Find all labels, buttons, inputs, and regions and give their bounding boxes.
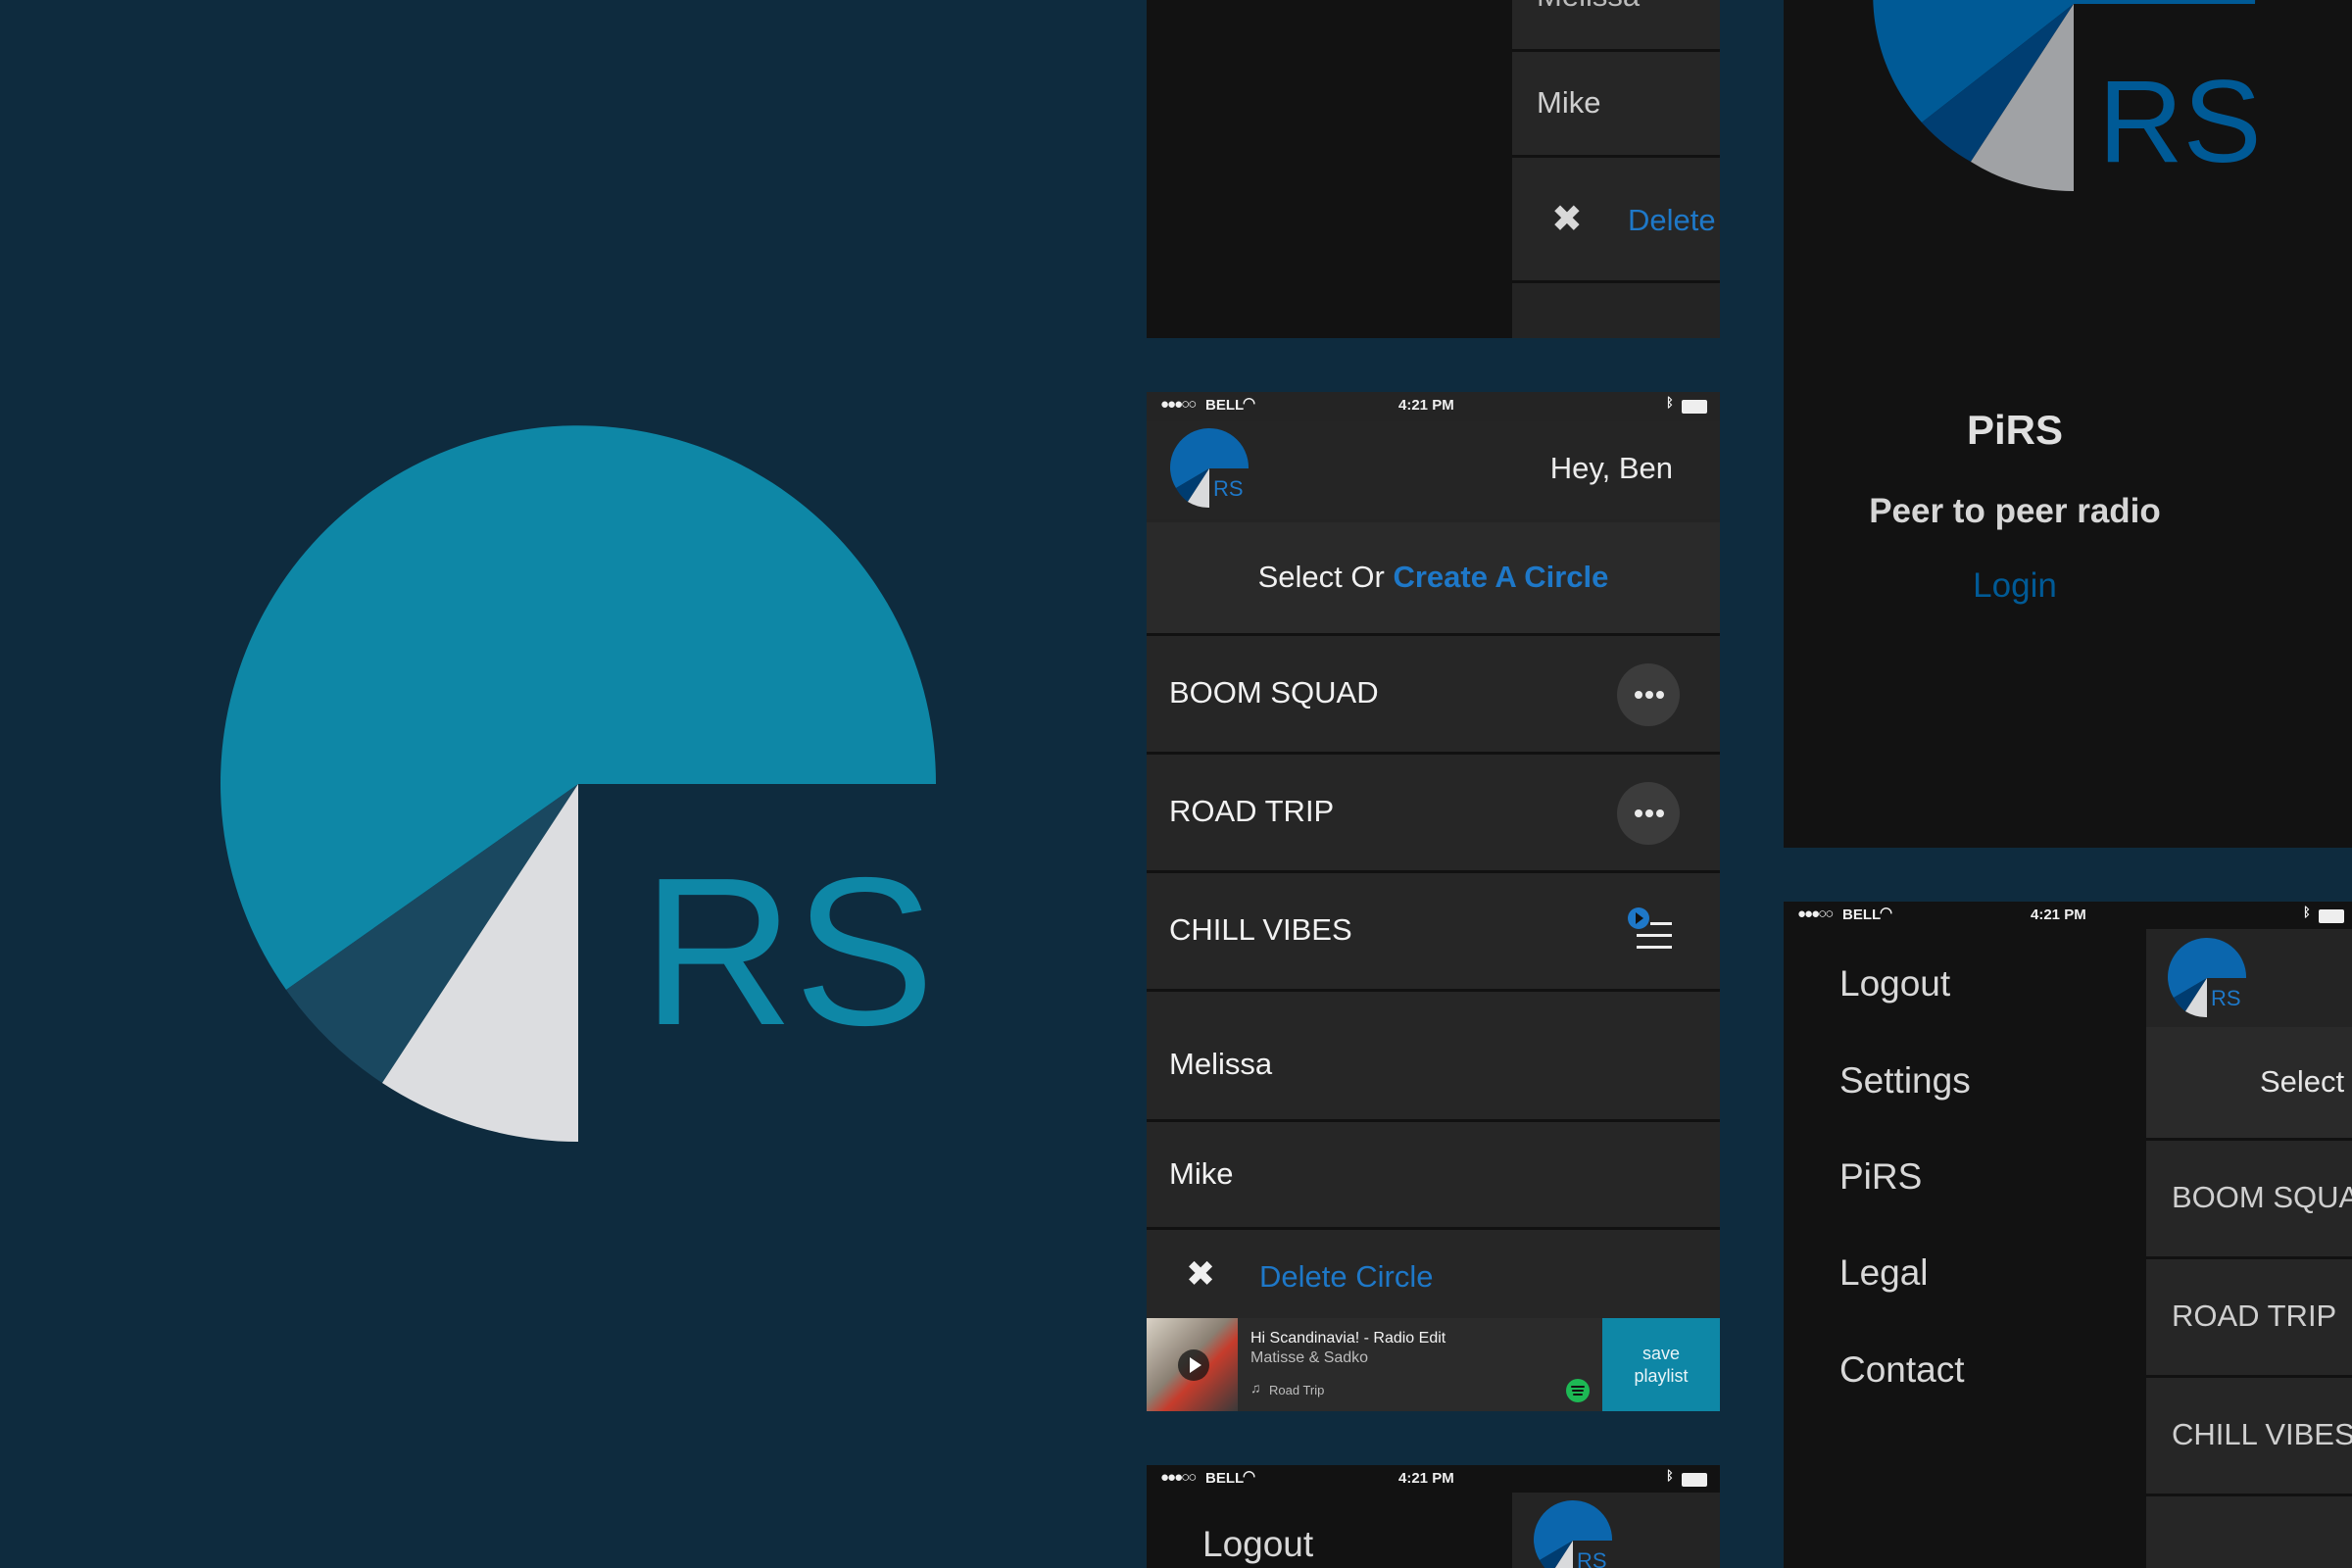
clock: 4:21 PM bbox=[1398, 397, 1454, 414]
menu-item-logout[interactable]: Logout bbox=[1202, 1524, 1313, 1565]
delete-label[interactable]: Delete bbox=[1628, 203, 1716, 238]
svg-text:RS: RS bbox=[2211, 986, 2241, 1010]
album-art bbox=[1147, 1318, 1238, 1411]
circle-name: ROAD TRIP bbox=[1169, 794, 1335, 828]
circle-name: ROAD TRIP bbox=[2172, 1298, 2337, 1333]
close-icon[interactable]: ✖ bbox=[1551, 197, 1583, 241]
wifi-icon: ◠ bbox=[1243, 395, 1256, 412]
carrier: BELL bbox=[1842, 906, 1882, 923]
peek-circle-row: CHILL VIBES bbox=[2146, 1378, 2352, 1496]
menu-item-pirs[interactable]: PiRS bbox=[1839, 1156, 1922, 1198]
carrier: BELL bbox=[1205, 1470, 1245, 1487]
peek-select-bar: Select bbox=[2146, 1027, 2352, 1141]
logo-letters: RS bbox=[642, 833, 935, 1069]
signal-icon: ●●●○○ bbox=[1797, 906, 1834, 922]
circle-name: CHILL VIBES bbox=[1169, 912, 1352, 947]
app-logo[interactable]: RS bbox=[1168, 427, 1250, 510]
bluetooth-icon: ᛒ bbox=[2303, 905, 2311, 919]
app-name: PiRS bbox=[1966, 407, 2064, 453]
peek-circle-row: BOOM SQUAD bbox=[2146, 1141, 2352, 1259]
wifi-icon: ◠ bbox=[1243, 1468, 1256, 1485]
circle-name: BOOM SQUAD bbox=[2172, 1180, 2352, 1214]
side-menu-screen: ●●●○○ BELL ◠ 4:21 PM ᛒ Logout Settings P… bbox=[1784, 902, 2352, 1568]
track-title: Hi Scandinavia! - Radio Edit bbox=[1250, 1330, 1446, 1347]
play-icon[interactable] bbox=[1178, 1349, 1209, 1381]
peek-main-screen[interactable]: RS Select BOOM SQUAD ROAD TRIP CHILL VIB… bbox=[2146, 929, 2352, 1568]
circle-row-chill-vibes[interactable]: CHILL VIBES bbox=[1147, 873, 1720, 992]
wifi-icon: ◠ bbox=[1880, 905, 1893, 921]
big-logo: RS bbox=[220, 425, 937, 1142]
member-melissa-partial: Melissa bbox=[1537, 0, 1640, 14]
select-text: Select Or bbox=[1257, 560, 1385, 594]
create-circle-link[interactable]: Create A Circle bbox=[1393, 560, 1608, 594]
member-name: Mike bbox=[1537, 85, 1601, 120]
greeting: Hey, Ben bbox=[1549, 451, 1673, 485]
menu-item-logout[interactable]: Logout bbox=[1839, 963, 1950, 1004]
svg-text:RS: RS bbox=[2098, 56, 2262, 187]
menu-item-legal[interactable]: Legal bbox=[1839, 1252, 1929, 1294]
member-row-mike[interactable]: Mike bbox=[1512, 52, 1720, 158]
circle-row-road-trip[interactable]: ROAD TRIP bbox=[1147, 755, 1720, 873]
menu-item-settings[interactable]: Settings bbox=[1839, 1060, 1971, 1102]
more-options-button[interactable] bbox=[1617, 663, 1680, 726]
track-artist: Matisse & Sadko bbox=[1250, 1349, 1369, 1366]
svg-text:RS: RS bbox=[1213, 476, 1244, 501]
delete-row[interactable]: ✖ Delete bbox=[1512, 158, 1720, 283]
bluetooth-icon: ᛒ bbox=[1666, 395, 1674, 410]
battery-icon bbox=[1682, 400, 1707, 414]
circle-name: CHILL VIBES bbox=[2172, 1417, 2352, 1451]
clock: 4:21 PM bbox=[1398, 1470, 1454, 1487]
header: RS Hey, Ben bbox=[1147, 421, 1720, 519]
select-text: Select bbox=[2260, 1064, 2345, 1099]
status-bar: ●●●○○ BELL ◠ 4:21 PM ᛒ bbox=[1147, 392, 1720, 419]
top-fragment-panel: Melissa Mike ✖ Delete bbox=[1147, 0, 1720, 338]
circle-name: BOOM SQUAD bbox=[1169, 675, 1379, 710]
peek-member-row bbox=[2146, 1496, 2352, 1568]
main-screen: ●●●○○ BELL ◠ 4:21 PM ᛒ RS Hey, Ben Selec… bbox=[1147, 392, 1720, 1411]
tagline: Peer to peer radio bbox=[1869, 492, 2161, 530]
app-logo: RS bbox=[1534, 1499, 1613, 1568]
carrier: BELL bbox=[1205, 397, 1245, 414]
close-icon[interactable]: ✖ bbox=[1186, 1253, 1215, 1295]
playlist-name: Road Trip bbox=[1269, 1383, 1325, 1397]
app-logo: RS bbox=[2168, 937, 2247, 1018]
member-row[interactable]: Mike bbox=[1147, 1122, 1720, 1230]
status-bar: ●●●○○ BELL ◠ 4:21 PM ᛒ bbox=[1784, 902, 2352, 929]
bottom-fragment-panel: ●●●○○ BELL ◠ 4:21 PM ᛒ Logout RS bbox=[1147, 1465, 1720, 1568]
clock: 4:21 PM bbox=[2031, 906, 2086, 923]
now-playing-list-icon[interactable] bbox=[1627, 905, 1678, 956]
battery-icon bbox=[1682, 1473, 1707, 1487]
peek-header: RS bbox=[1512, 1493, 1720, 1568]
member-row[interactable]: Melissa bbox=[1147, 992, 1720, 1122]
status-bar: ●●●○○ BELL ◠ 4:21 PM ᛒ bbox=[1147, 1465, 1720, 1493]
save-playlist-button[interactable]: save playlist bbox=[1602, 1318, 1720, 1411]
member-name: Melissa bbox=[1169, 1047, 1273, 1081]
signal-icon: ●●●○○ bbox=[1160, 396, 1197, 413]
login-link[interactable]: Login bbox=[1784, 566, 2246, 606]
peek-list: Melissa Mike ✖ Delete bbox=[1512, 0, 1720, 338]
circle-row-boom-squad[interactable]: BOOM SQUAD bbox=[1147, 636, 1720, 755]
delete-circle-label[interactable]: Delete Circle bbox=[1259, 1259, 1433, 1295]
login-screen: RS PiRS Peer to peer radio Login bbox=[1784, 0, 2352, 848]
bluetooth-icon: ᛒ bbox=[1666, 1468, 1674, 1483]
now-playing-bar[interactable]: Hi Scandinavia! - Radio Edit Matisse & S… bbox=[1147, 1318, 1720, 1411]
select-bar: Select Or Create A Circle bbox=[1147, 522, 1720, 636]
spotify-icon bbox=[1566, 1379, 1590, 1402]
delete-circle-row[interactable]: ✖ Delete Circle bbox=[1147, 1230, 1720, 1318]
svg-text:RS: RS bbox=[1577, 1548, 1607, 1568]
peek-circle-row: ROAD TRIP bbox=[2146, 1259, 2352, 1378]
battery-icon bbox=[2319, 909, 2344, 923]
signal-icon: ●●●○○ bbox=[1160, 1469, 1197, 1486]
music-note-icon: ♫ bbox=[1250, 1380, 1261, 1396]
menu-item-contact[interactable]: Contact bbox=[1839, 1349, 1965, 1391]
login-logo: RS bbox=[1873, 0, 2262, 192]
save-playlist-label[interactable]: save playlist bbox=[1602, 1343, 1720, 1388]
more-options-button[interactable] bbox=[1617, 782, 1680, 845]
member-name: Mike bbox=[1169, 1156, 1234, 1191]
